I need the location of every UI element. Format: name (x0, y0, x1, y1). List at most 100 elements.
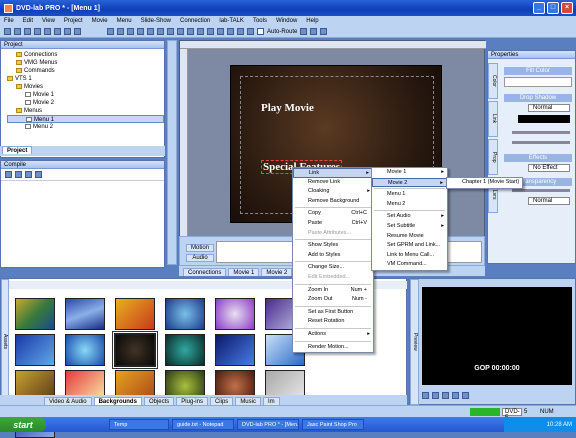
tree-item-menu-1[interactable]: Menu 1 (7, 115, 164, 123)
link-icon[interactable] (227, 28, 234, 35)
undo-icon[interactable] (64, 28, 71, 35)
ctx-zoom-in[interactable]: Zoom In Num + (293, 286, 373, 296)
forward-icon[interactable] (462, 391, 469, 399)
background-thumbnail[interactable] (65, 298, 105, 330)
window-titlebar[interactable]: DVD-lab PRO * - [Menu 1] _ □ × (0, 0, 576, 16)
ctx-add-to-styles[interactable]: Add to Styles (293, 251, 373, 261)
link-movie-1[interactable]: Movie 1 ▸ (372, 168, 447, 178)
link-menu-1[interactable]: Menu 1 (372, 190, 447, 200)
tab-clips[interactable]: Clips (209, 397, 234, 405)
pointer-icon[interactable] (107, 28, 114, 35)
ctx-link[interactable]: Link ▸ (293, 168, 373, 178)
ctx-paste[interactable]: Paste Ctrl+V (293, 219, 373, 229)
menu-tools[interactable]: Tools (253, 18, 267, 24)
ctx-set-as-first-button[interactable]: Set as First Button (293, 308, 373, 318)
rect-tool-icon[interactable] (127, 28, 134, 35)
tab-connections[interactable]: Connections (183, 268, 227, 276)
ctx-remove-link[interactable]: Remove Link (293, 178, 373, 188)
menu-project[interactable]: Project (64, 18, 83, 24)
link-vm-command[interactable]: VM Command... (372, 260, 447, 270)
grid-icon[interactable] (177, 28, 184, 35)
side-tab-color[interactable]: Color (488, 63, 498, 99)
background-thumbnail[interactable] (15, 298, 55, 330)
align-center-icon[interactable] (157, 28, 164, 35)
background-thumbnail[interactable] (15, 334, 55, 366)
tool-b-icon[interactable] (310, 28, 318, 35)
disk-type[interactable]: DVD-5 (502, 408, 522, 421)
tool-c-icon[interactable] (320, 28, 328, 35)
play-icon[interactable] (207, 28, 214, 35)
route-icon[interactable] (237, 28, 244, 35)
shadow-color-swatch[interactable] (518, 115, 570, 123)
background-thumbnail[interactable] (215, 334, 255, 366)
menu-edit[interactable]: Edit (23, 18, 33, 24)
transparency-slider[interactable] (512, 189, 570, 192)
lock-icon[interactable] (247, 28, 254, 35)
tool-a-icon[interactable] (300, 28, 308, 35)
text-tool-icon[interactable] (117, 28, 124, 35)
menu-menu[interactable]: Menu (117, 18, 132, 24)
autoroute-checkbox[interactable] (257, 28, 264, 35)
close-button[interactable]: × (561, 2, 573, 14)
background-thumbnail[interactable] (165, 298, 205, 330)
menu-file[interactable]: File (4, 18, 14, 24)
tree-item-movies[interactable]: Movies (7, 83, 164, 91)
preview-icon[interactable] (197, 28, 204, 35)
redo-icon[interactable] (74, 28, 81, 35)
tree-item-vmg-menus[interactable]: VMG Menus (7, 59, 164, 67)
align-left-icon[interactable] (147, 28, 154, 35)
settings-icon[interactable] (35, 171, 42, 178)
link-set-subtitle[interactable]: Set Subtitle ▸ (372, 222, 447, 232)
menu-movie[interactable]: Movie (92, 18, 108, 24)
stop-icon[interactable] (217, 28, 224, 35)
effect-select[interactable]: No Effect (528, 164, 570, 172)
side-tab-link[interactable]: Link (488, 101, 498, 137)
save-icon[interactable] (24, 28, 31, 35)
tab-plug-ins[interactable]: Plug-ins (176, 397, 208, 405)
tab-objects[interactable]: Objects (143, 397, 175, 405)
shadow-slider-1[interactable] (512, 131, 570, 134)
folder-icon[interactable] (25, 171, 32, 178)
rewind-icon[interactable] (422, 391, 429, 399)
tree-item-movie-1[interactable]: Movie 1 (7, 91, 164, 99)
link-movie-2[interactable]: Movie 2 ▸ (372, 177, 447, 188)
menu-connection[interactable]: Connection (180, 18, 210, 24)
ctx-copy[interactable]: Copy Ctrl+C (293, 209, 373, 219)
minimize-button[interactable]: _ (533, 2, 545, 14)
align-right-icon[interactable] (167, 28, 174, 35)
stop-preview-icon[interactable] (452, 391, 459, 399)
ellipse-tool-icon[interactable] (137, 28, 144, 35)
tab-backgrounds[interactable]: Backgrounds (93, 397, 142, 405)
maximize-button[interactable]: □ (547, 2, 559, 14)
play-movie-button[interactable]: Play Movie (261, 102, 314, 114)
tree-item-vts-1[interactable]: VTS 1 (7, 75, 164, 83)
background-thumbnail[interactable] (115, 298, 155, 330)
ctx-show-styles[interactable]: Show Styles (293, 241, 373, 251)
menu-view[interactable]: View (42, 18, 55, 24)
cut-icon[interactable] (34, 28, 41, 35)
fill-color-swatch[interactable] (504, 77, 572, 87)
tab-music[interactable]: Music (235, 397, 261, 405)
paste-icon[interactable] (54, 28, 61, 35)
ctx-remove-background[interactable]: Remove Background (293, 197, 373, 207)
tab-project[interactable]: Project (2, 146, 33, 154)
link-link-to-menu-call[interactable]: Link to Menu Call... (372, 251, 447, 261)
tree-item-movie-2[interactable]: Movie 2 (7, 99, 164, 107)
ctx-reset-rotation[interactable]: Reset Rotation (293, 317, 373, 327)
tab-im[interactable]: Im (262, 397, 280, 405)
tab-video-audio[interactable]: Video & Audio (44, 397, 92, 405)
copy-icon[interactable] (44, 28, 51, 35)
background-thumbnail[interactable] (215, 298, 255, 330)
task-temp[interactable]: Temp (109, 419, 169, 430)
tree-item-connections[interactable]: Connections (7, 51, 164, 59)
tree-item-menus[interactable]: Menus (7, 107, 164, 115)
ctx-render-motion[interactable]: Render Motion... (293, 343, 373, 353)
menu-slide-show[interactable]: Slide-Show (141, 18, 171, 24)
link-set-audio[interactable]: Set Audio ▸ (372, 212, 447, 222)
background-thumbnail[interactable] (165, 334, 205, 366)
zoom-icon[interactable] (187, 28, 194, 35)
burn-icon[interactable] (15, 171, 22, 178)
link-resume-movie[interactable]: Resume Movie (372, 232, 447, 242)
new-icon[interactable] (4, 28, 11, 35)
side-tab-prop[interactable]: Prop (488, 139, 498, 175)
